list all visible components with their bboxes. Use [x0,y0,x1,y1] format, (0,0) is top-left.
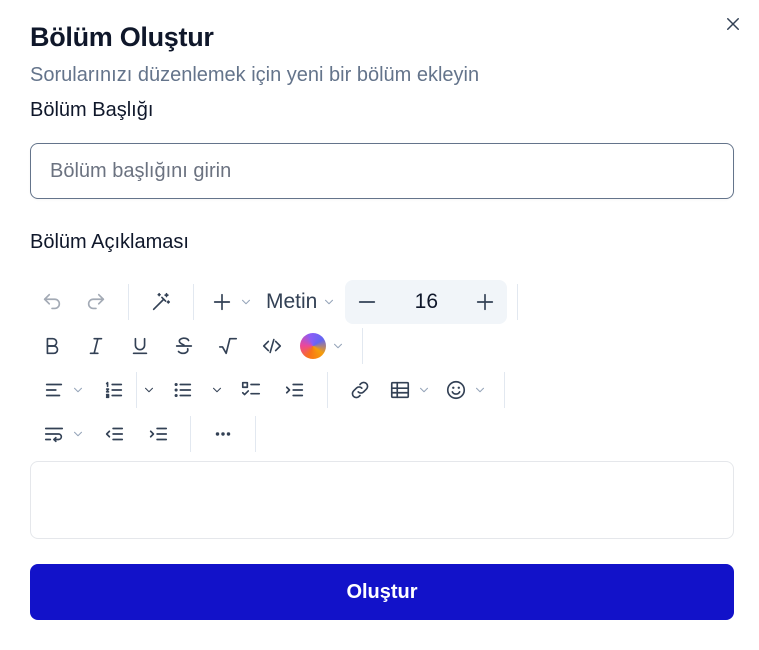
ordered-list-icon [105,381,123,399]
chevron-down-icon [70,372,86,408]
create-section-button[interactable]: Oluştur [30,564,734,620]
undo-button[interactable] [30,284,74,320]
text-style-dropdown[interactable]: Metin [260,284,343,320]
section-title-input[interactable] [30,143,734,199]
strikethrough-button[interactable] [162,328,206,364]
code-button[interactable] [250,328,294,364]
chevron-down-icon [144,387,154,393]
link-button[interactable] [338,372,382,408]
plus-icon [210,284,234,320]
bullet-list-icon [174,382,192,398]
outdent-button[interactable] [92,416,136,452]
magic-wand-icon [152,292,171,311]
ai-magic-button[interactable] [139,284,183,320]
bold-icon [46,337,59,355]
table-icon [388,372,412,408]
toolbar-separator [517,284,519,320]
strikethrough-icon [175,337,193,355]
align-left-icon [42,372,66,408]
toolbar-separator [327,372,328,408]
toolbar-separator [362,328,363,364]
close-button[interactable] [721,12,745,36]
toolbar-separator [504,372,505,408]
ordered-list-options-button[interactable] [137,372,161,408]
text-wrap-dropdown[interactable] [30,416,92,452]
more-icon [215,432,231,436]
section-title-label: Bölüm Başlığı [30,99,154,121]
decrease-font-size-button[interactable] [345,280,389,324]
chevron-down-icon [212,387,222,393]
toolbar-separator [255,416,256,452]
plus-icon [477,293,494,311]
toolbar-row-1: Metin 16 [30,280,528,324]
chevron-down-icon [472,372,488,408]
font-size-value[interactable]: 16 [389,290,463,314]
indent-button[interactable] [136,416,180,452]
chevron-down-icon [416,372,432,408]
toolbar-separator [190,416,191,452]
color-picker-icon [300,333,326,359]
text-color-dropdown[interactable] [294,328,352,364]
create-section-dialog: Bölüm Oluştur Sorularınızı düzenlemek iç… [0,0,759,650]
underline-icon [132,337,148,355]
indent-icon [149,427,168,441]
description-editor[interactable] [30,461,734,539]
task-list-icon [241,381,261,396]
toolbar-separator [193,284,194,320]
bullet-list-options-button[interactable] [205,372,229,408]
chevron-down-icon [321,284,337,320]
italic-button[interactable] [74,328,118,364]
align-dropdown[interactable] [30,372,92,408]
sqrt-icon [218,337,238,355]
underline-button[interactable] [118,328,162,364]
minus-icon [359,301,376,303]
table-dropdown[interactable] [382,372,438,408]
outdent-icon [105,427,124,441]
redo-icon [87,293,105,310]
more-options-button[interactable] [201,416,245,452]
link-icon [351,381,369,399]
bold-button[interactable] [30,328,74,364]
section-description-label: Bölüm Açıklaması [30,231,189,253]
blockquote-list-icon [285,383,304,397]
chevron-down-icon [70,416,86,452]
toolbar-row-3 [30,368,515,412]
chevron-down-icon [238,284,254,320]
emoji-icon [444,372,468,408]
italic-icon [89,337,103,355]
toolbar-row-4 [30,412,266,456]
blockquote-list-button[interactable] [273,372,317,408]
chevron-down-icon [330,328,346,364]
bullet-list-button[interactable] [161,372,205,408]
toolbar-row-2 [30,324,373,368]
text-style-value: Metin [266,290,318,313]
close-icon [727,18,739,30]
insert-dropdown[interactable] [204,284,260,320]
task-list-button[interactable] [229,372,273,408]
font-size-stepper: 16 [345,280,508,324]
ordered-list-button[interactable] [92,372,136,408]
code-icon [262,338,282,354]
emoji-dropdown[interactable] [438,372,494,408]
dialog-subtitle: Sorularınızı düzenlemek için yeni bir bö… [30,64,480,86]
math-button[interactable] [206,328,250,364]
dialog-title: Bölüm Oluştur [30,22,214,52]
toolbar-separator [128,284,129,320]
increase-font-size-button[interactable] [463,280,507,324]
text-wrap-icon [42,416,66,452]
undo-icon [43,293,61,310]
redo-button[interactable] [74,284,118,320]
